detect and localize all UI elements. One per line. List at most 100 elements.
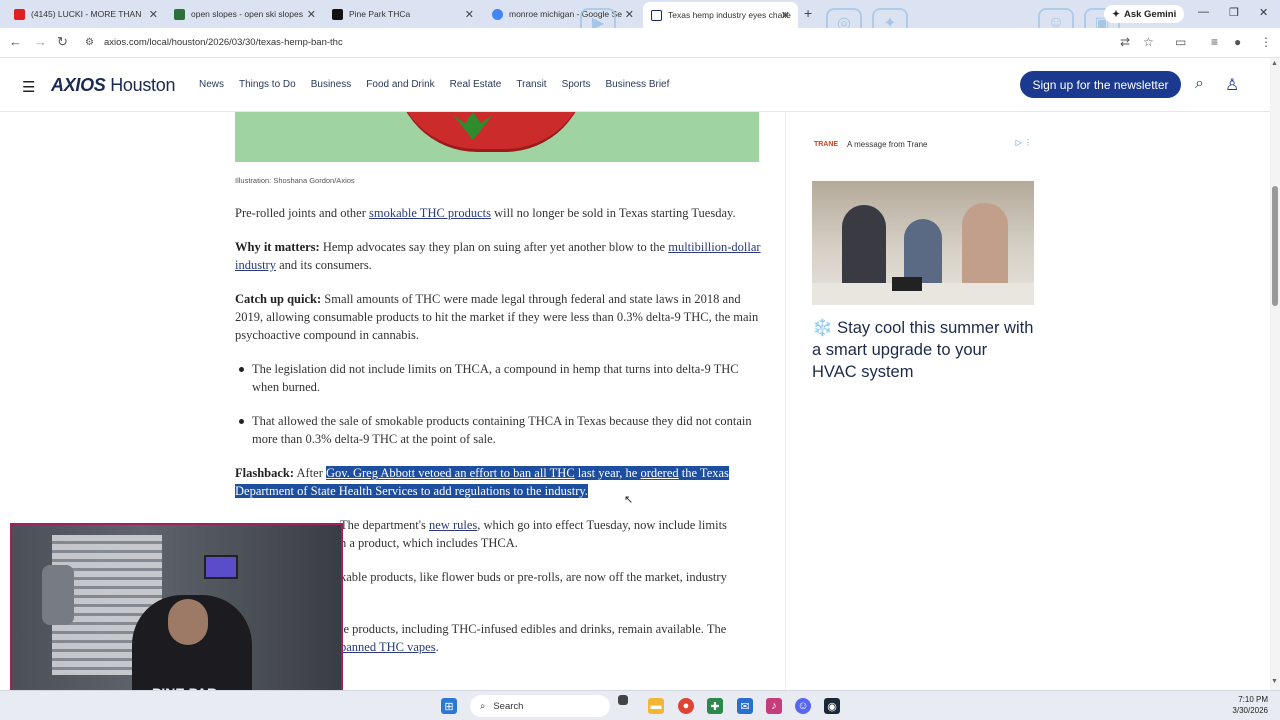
paragraph-flashback: Flashback: After Gov. Greg Abbott vetoed… xyxy=(235,464,761,500)
nav-real-estate[interactable]: Real Estate xyxy=(450,79,502,90)
hamburger-menu-icon[interactable]: ☰ xyxy=(22,78,35,96)
site-nav: News Things to Do Business Food and Drin… xyxy=(199,79,669,90)
list-item: That allowed the sale of smokable produc… xyxy=(239,412,761,448)
link-abbott-veto[interactable]: Gov. Greg Abbott vetoed an effort to ban… xyxy=(326,466,575,480)
site-info-icon[interactable]: ⚙ xyxy=(85,37,94,48)
monitor-shape xyxy=(204,555,238,579)
forward-icon[interactable]: → xyxy=(34,34,47,49)
account-icon[interactable]: ♙ xyxy=(1225,75,1239,95)
tab-youtube[interactable]: (4145) LUCKI - MORE THAN ✕ xyxy=(6,3,166,25)
bookmark-star-icon[interactable]: ☆ xyxy=(1143,35,1154,49)
newsletter-signup-button[interactable]: Sign up for the newsletter xyxy=(1020,71,1181,98)
address-bar-row: ← → ↻ ⚙ axios.com/local/houston/2026/03/… xyxy=(0,28,1280,58)
start-icon[interactable]: ⊞ xyxy=(441,698,457,714)
text: last year, he xyxy=(574,466,641,480)
discord-icon[interactable]: ☺ xyxy=(795,698,811,714)
ask-gemini-label: Ask Gemini xyxy=(1123,8,1177,20)
table-shape xyxy=(812,283,1034,305)
link-banned-vapes[interactable]: banned THC vapes xyxy=(340,640,436,654)
scroll-thumb[interactable] xyxy=(1272,186,1278,306)
link-smokable-thc[interactable]: smokable THC products xyxy=(369,206,491,220)
tab-open-slopes[interactable]: open slopes - open ski slopes ✕ xyxy=(166,3,324,25)
webcam-overlay: PINE PAR xyxy=(10,523,343,713)
tablet-shape xyxy=(892,277,922,291)
text: Hemp advocates say they plan on suing af… xyxy=(319,240,669,254)
chrome-icon[interactable]: ● xyxy=(678,698,694,714)
adchoices-icon[interactable]: ▷ ⋮ xyxy=(1016,138,1032,147)
maximize-icon[interactable]: ❐ xyxy=(1229,6,1239,19)
text: and its consumers. xyxy=(275,258,372,272)
search-icon: ⌕ xyxy=(480,700,486,712)
url-field[interactable]: axios.com/local/houston/2026/03/30/texas… xyxy=(104,37,343,48)
back-icon[interactable]: ← xyxy=(9,34,22,49)
site-favicon-icon xyxy=(332,8,343,20)
paragraph-why-it-matters: Why it matters: Hemp advocates say they … xyxy=(235,238,761,274)
widget-icon[interactable] xyxy=(618,695,628,705)
close-icon[interactable]: ✕ xyxy=(465,8,474,21)
label-flashback: Flashback: xyxy=(235,466,295,480)
gemini-sparkle-icon: ✦ xyxy=(1112,8,1120,20)
text: After xyxy=(294,466,326,480)
paragraph-lede: Pre-rolled joints and other smokable THC… xyxy=(235,204,761,222)
profile-avatar-icon[interactable]: ● xyxy=(1234,35,1241,49)
link-ordered[interactable]: ordered xyxy=(640,466,678,480)
reload-icon[interactable]: ↻ xyxy=(57,34,68,50)
music-icon[interactable]: ♪ xyxy=(766,698,782,714)
minimize-icon[interactable]: — xyxy=(1198,6,1209,18)
microphone-shape xyxy=(42,565,74,625)
logo-brand: AXIOS xyxy=(51,75,106,95)
ad-sponsor-text: A message from Trane xyxy=(847,139,928,149)
nav-sports[interactable]: Sports xyxy=(562,79,591,90)
sponsored-ad[interactable]: TRANE A message from Trane ▷ ⋮ ❄️ Stay c… xyxy=(812,136,1036,383)
hero-illustration xyxy=(235,112,759,162)
text: Pre-rolled joints and other xyxy=(235,206,369,220)
file-explorer-icon[interactable]: ▬ xyxy=(648,698,664,714)
browser-menu-icon[interactable]: ⋮ xyxy=(1260,35,1272,49)
axios-houston-logo[interactable]: AXIOS Houston xyxy=(51,75,175,96)
streamer-face xyxy=(168,599,208,645)
ad-headline-text: Stay cool this summer with a smart upgra… xyxy=(812,319,1034,381)
site-favicon-icon xyxy=(174,8,185,20)
snowflake-icon: ❄️ xyxy=(812,319,833,337)
mail-icon[interactable]: ✉ xyxy=(737,698,753,714)
text: le products, including THC-infused edibl… xyxy=(340,622,727,636)
close-icon[interactable]: ✕ xyxy=(149,8,158,21)
taskbar-clock[interactable]: 7:10 PM 3/30/2026 xyxy=(1232,694,1268,716)
search-icon[interactable]: ⌕ xyxy=(1195,75,1204,93)
media-icon[interactable]: ≡ xyxy=(1211,35,1218,49)
tab-pine-park[interactable]: Pine Park THCa ✕ xyxy=(324,3,482,25)
scroll-up-icon[interactable]: ▲ xyxy=(1271,60,1278,67)
scroll-down-icon[interactable]: ▼ xyxy=(1271,678,1278,685)
text: kable products, like flower buds or pre-… xyxy=(340,570,727,584)
ad-headline[interactable]: ❄️ Stay cool this summer with a smart up… xyxy=(812,317,1036,383)
nav-business[interactable]: Business xyxy=(311,79,352,90)
bowl-shape xyxy=(395,112,587,152)
column-divider xyxy=(785,112,786,690)
google-icon xyxy=(492,8,503,20)
window-close-icon[interactable]: ✕ xyxy=(1259,6,1268,19)
ad-image[interactable] xyxy=(812,181,1034,305)
browser-tab-bar: (4145) LUCKI - MORE THAN ✕ open slopes -… xyxy=(0,0,1280,38)
tab-title: Pine Park THCa xyxy=(349,9,411,19)
taskbar-search[interactable]: ⌕ Search xyxy=(470,695,610,717)
ask-gemini-button[interactable]: ✦ Ask Gemini xyxy=(1104,5,1185,23)
label-why-it-matters: Why it matters: xyxy=(235,240,320,254)
steam-icon[interactable]: ◉ xyxy=(824,698,840,714)
text: The department's xyxy=(340,518,430,532)
logo-city: Houston xyxy=(110,75,176,95)
nav-transit[interactable]: Transit xyxy=(516,79,546,90)
app-icon[interactable]: ✚ xyxy=(707,698,723,714)
nav-food-and-drink[interactable]: Food and Drink xyxy=(366,79,434,90)
clock-time: 7:10 PM xyxy=(1238,695,1268,704)
nav-things-to-do[interactable]: Things to Do xyxy=(239,79,296,90)
nav-news[interactable]: News xyxy=(199,79,224,90)
translate-icon[interactable]: ⇄ xyxy=(1120,35,1130,49)
clock-date: 3/30/2026 xyxy=(1232,706,1268,715)
close-icon[interactable]: ✕ xyxy=(307,8,316,21)
nav-business-brief[interactable]: Business Brief xyxy=(605,79,669,90)
text: n a product, which includes THCA. xyxy=(340,536,518,550)
link-new-rules[interactable]: new rules xyxy=(429,518,477,532)
page-scrollbar[interactable]: ▲ ▼ xyxy=(1270,58,1280,690)
sidepanel-icon[interactable]: ▭ xyxy=(1175,35,1186,49)
text: . xyxy=(435,640,439,654)
